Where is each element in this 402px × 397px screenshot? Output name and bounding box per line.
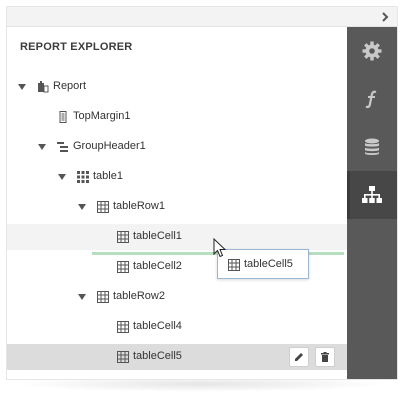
tree-node-label: tableRow2 xyxy=(113,290,165,302)
tree-node-label: table1 xyxy=(93,170,123,182)
tree-node-topmargin1[interactable]: TopMargin1 xyxy=(7,104,347,130)
tree-node-table1[interactable]: table1 xyxy=(7,164,347,190)
tree-node-tablecell4[interactable]: tableCell4 xyxy=(7,314,347,340)
tab-properties[interactable] xyxy=(347,27,397,75)
sidebar-tabs xyxy=(347,27,397,379)
tab-field-list[interactable] xyxy=(347,123,397,171)
expand-arrow-icon[interactable] xyxy=(17,82,27,92)
table-cell-icon xyxy=(228,259,240,271)
collapse-panel-button[interactable] xyxy=(377,9,393,25)
drag-preview: tableCell5 xyxy=(217,249,309,279)
tree-node-label: TopMargin1 xyxy=(73,110,131,122)
table-icon xyxy=(77,171,89,183)
hierarchy-icon xyxy=(362,186,382,203)
tree-node-tablerow1[interactable]: tableRow1 xyxy=(7,194,347,220)
trash-icon xyxy=(321,352,329,362)
tree-node-label: tableCell5 xyxy=(133,350,182,362)
table-cell-icon xyxy=(117,231,129,243)
edit-button[interactable] xyxy=(289,347,309,367)
tab-expressions[interactable] xyxy=(347,75,397,123)
report-icon xyxy=(37,81,49,93)
table-row-icon xyxy=(97,291,109,303)
table-row-icon xyxy=(97,201,109,213)
delete-button[interactable] xyxy=(315,347,335,367)
tree-node-label: tableCell1 xyxy=(133,230,182,242)
expand-arrow-icon[interactable] xyxy=(37,142,47,152)
expand-arrow-icon[interactable] xyxy=(77,202,87,212)
pencil-icon xyxy=(295,353,303,361)
tree-node-report[interactable]: Report xyxy=(7,74,347,100)
tree-node-tablecell1[interactable]: tableCell1 xyxy=(7,224,347,250)
panel-title: REPORT EXPLORER xyxy=(20,41,133,53)
gear-icon xyxy=(362,41,382,61)
tree-node-label: GroupHeader1 xyxy=(73,140,146,152)
function-icon xyxy=(365,90,377,109)
drag-preview-label: tableCell5 xyxy=(244,258,293,270)
tree-node-label: tableCell4 xyxy=(133,320,182,332)
tree-node-tablerow2[interactable]: tableRow2 xyxy=(7,284,347,310)
chevron-right-icon xyxy=(382,12,389,22)
table-cell-icon xyxy=(117,261,129,273)
tree-node-groupheader1[interactable]: GroupHeader1 xyxy=(7,134,347,160)
table-cell-icon xyxy=(117,351,129,363)
tab-report-explorer[interactable] xyxy=(347,171,397,219)
tree-node-label: Report xyxy=(53,80,87,92)
expand-arrow-icon[interactable] xyxy=(77,292,87,302)
mouse-cursor-icon xyxy=(213,238,227,258)
collapse-strip xyxy=(7,7,397,27)
expand-arrow-icon[interactable] xyxy=(57,172,67,182)
explorer-content: REPORT EXPLORER Report TopMargin1 GroupH… xyxy=(7,27,347,379)
tree-node-tablecell5[interactable]: tableCell5 xyxy=(7,344,347,370)
table-cell-icon xyxy=(117,321,129,333)
row-actions xyxy=(289,347,335,367)
tree-node-label: tableCell2 xyxy=(133,260,182,272)
group-header-icon xyxy=(57,141,69,153)
tree-node-label: tableRow1 xyxy=(113,200,165,212)
report-explorer-panel: REPORT EXPLORER Report TopMargin1 GroupH… xyxy=(6,6,398,380)
database-icon xyxy=(365,138,379,155)
margin-band-icon xyxy=(57,111,69,123)
